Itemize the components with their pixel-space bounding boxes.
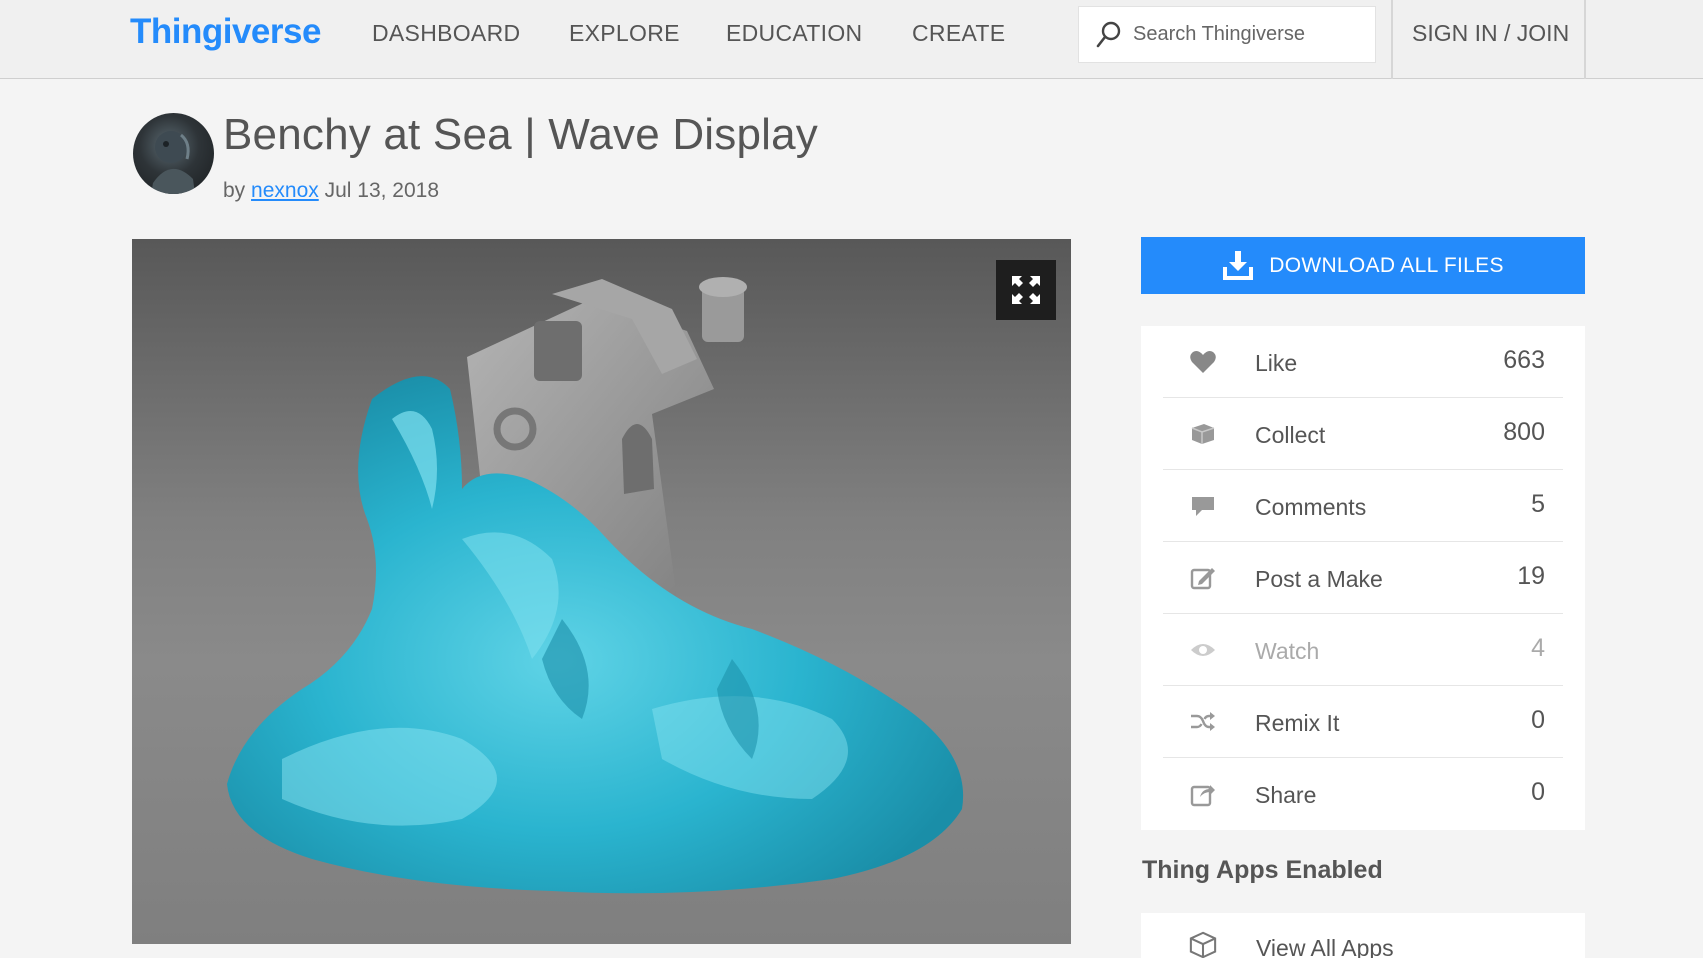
post-a-make-action[interactable]: Post a Make 19 (1163, 542, 1563, 614)
navbar-divider (1391, 0, 1393, 79)
cube-icon (1189, 931, 1217, 958)
signin-join-link[interactable]: SIGN IN / JOIN (1412, 20, 1569, 47)
like-action[interactable]: Like 663 (1163, 326, 1563, 398)
share-count: 0 (1531, 778, 1545, 806)
search-icon (1096, 21, 1121, 47)
author-avatar[interactable] (133, 113, 214, 194)
benchy-wave-photo (227, 277, 964, 894)
like-count: 663 (1503, 346, 1545, 374)
download-all-files-button[interactable]: DOWNLOAD ALL FILES (1141, 237, 1585, 294)
thing-main-image[interactable] (132, 239, 1071, 944)
collect-count: 800 (1503, 418, 1545, 446)
fullscreen-button[interactable] (996, 260, 1056, 320)
byline-by: by (223, 179, 246, 202)
post-a-make-count: 19 (1517, 562, 1545, 590)
page-title: Benchy at Sea | Wave Display (223, 110, 819, 159)
download-icon (1223, 250, 1254, 280)
share-label: Share (1255, 782, 1317, 808)
byline: by nexnox Jul 13, 2018 (223, 179, 439, 203)
share-icon (1189, 780, 1217, 808)
heart-icon (1189, 348, 1217, 376)
comments-action[interactable]: Comments 5 (1163, 470, 1563, 542)
remix-it-label: Remix It (1255, 710, 1340, 736)
watch-action[interactable]: Watch 4 (1163, 614, 1563, 686)
view-all-apps-link[interactable]: View All Apps (1141, 913, 1585, 958)
avatar-image (151, 131, 195, 194)
download-label: DOWNLOAD ALL FILES (1269, 253, 1504, 277)
thing-actions-panel: Like 663 Collect 800 Comments 5 Post a M… (1141, 326, 1585, 830)
search-input[interactable] (1133, 23, 1373, 46)
share-action[interactable]: Share 0 (1163, 758, 1563, 830)
edit-icon (1189, 564, 1217, 592)
comments-label: Comments (1255, 494, 1367, 520)
watch-count: 4 (1531, 634, 1545, 662)
author-link[interactable]: nexnox (251, 179, 319, 202)
publish-date: Jul 13, 2018 (324, 179, 440, 202)
collect-label: Collect (1255, 422, 1326, 448)
remix-it-count: 0 (1531, 706, 1545, 734)
eye-icon (1189, 636, 1217, 664)
nav-dashboard[interactable]: DASHBOARD (372, 20, 520, 47)
collect-action[interactable]: Collect 800 (1163, 398, 1563, 470)
view-all-apps-label[interactable]: View All Apps (1256, 935, 1394, 958)
comment-icon (1189, 492, 1217, 520)
post-a-make-label: Post a Make (1255, 566, 1383, 592)
shuffle-icon (1189, 708, 1217, 736)
watch-label: Watch (1255, 638, 1320, 664)
expand-icon (1012, 276, 1040, 304)
collect-icon (1189, 420, 1217, 448)
like-label: Like (1255, 350, 1298, 376)
nav-create[interactable]: CREATE (912, 20, 1005, 47)
nav-education[interactable]: EDUCATION (726, 20, 862, 47)
search-box[interactable] (1078, 6, 1376, 63)
remix-it-action[interactable]: Remix It 0 (1163, 686, 1563, 758)
nav-explore[interactable]: EXPLORE (569, 20, 680, 47)
top-navbar: Thingiverse DASHBOARD EXPLORE EDUCATION … (0, 0, 1703, 79)
thingiverse-logo[interactable]: Thingiverse (130, 12, 321, 52)
navbar-divider (1584, 0, 1586, 79)
comments-count: 5 (1531, 490, 1545, 518)
thing-apps-heading: Thing Apps Enabled (1142, 856, 1383, 884)
